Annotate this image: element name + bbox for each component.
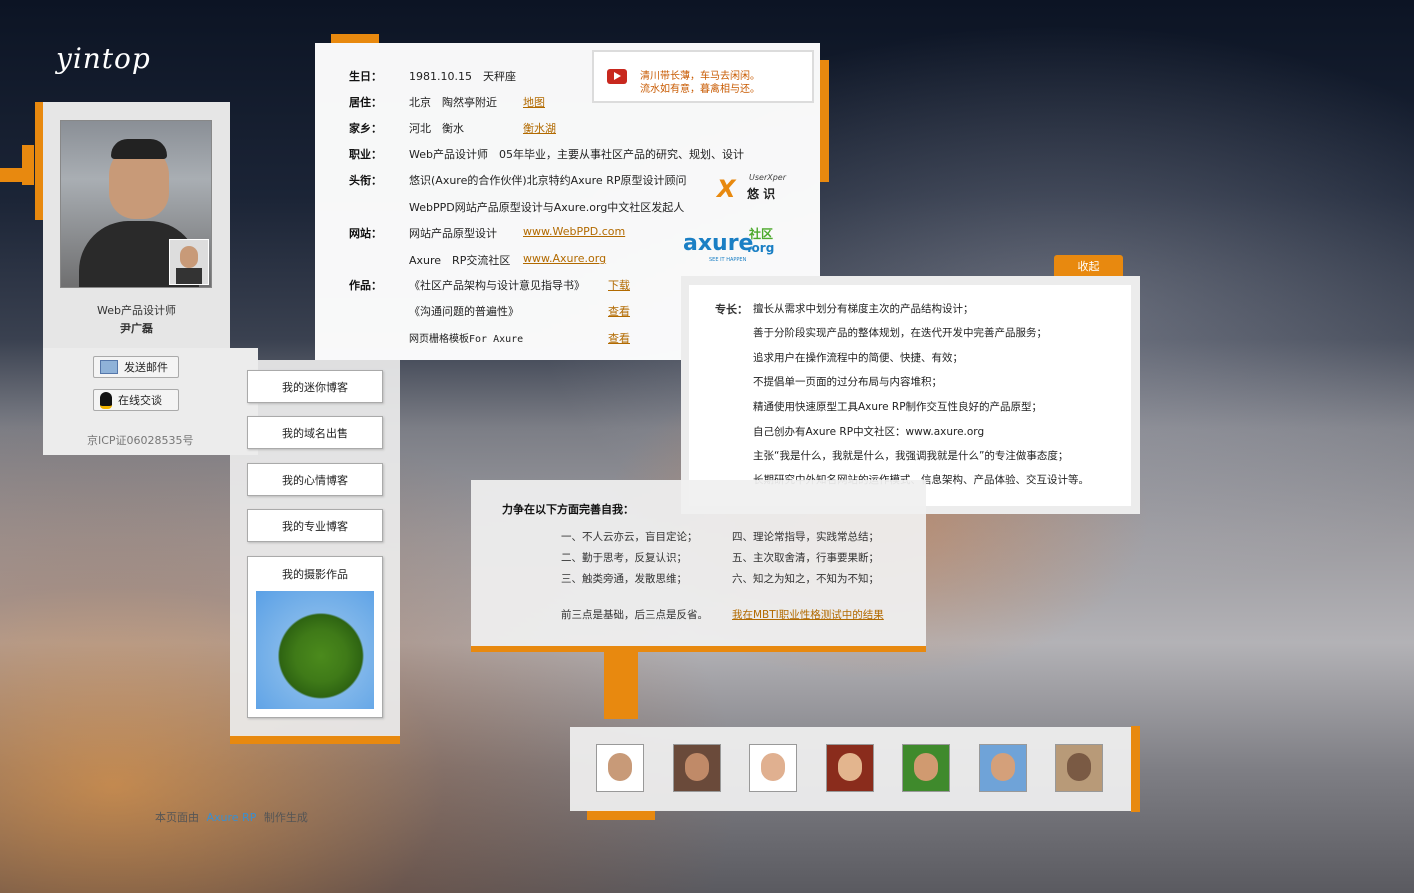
friend-avatar-7[interactable] (1055, 744, 1103, 792)
home-label: 家乡： (349, 122, 382, 135)
footer-post: 制作生成 (263, 811, 308, 824)
work-3-view-link[interactable]: 查看 (608, 330, 630, 346)
userxper-x-icon: X (717, 175, 736, 203)
axure-org-link[interactable]: www.Axure.org (523, 252, 606, 265)
skill-line-6: 自己创办有Axure RP中文社区：www.axure.org (753, 426, 985, 438)
improve-right-2: 五、主次取舍清，行事要果断； (732, 552, 879, 564)
improve-summary: 前三点是基础，后三点是反省。 (561, 609, 708, 621)
profile-name: 尹广磊 (120, 322, 153, 335)
small-photo (169, 239, 209, 285)
tree-photo[interactable] (256, 591, 374, 709)
accent-bar (471, 646, 926, 652)
skill-line-2: 善于分阶段实现产品的整体规划，在迭代开发中完善产品服务； (753, 327, 1047, 339)
skill-line-5: 精通使用快速原型工具Axure RP制作交互性良好的产品原型； (753, 401, 1043, 413)
accent-bar (35, 102, 43, 220)
improve-right-1: 四、理论常指导，实践常总结； (732, 531, 879, 543)
domain-sale-button[interactable]: 我的域名出售 (247, 416, 383, 449)
skill-line-7: 主张“我是什么，我就是什么，我强调我就是什么”的专注做事态度； (753, 450, 1069, 462)
axure-logo-tag: SEE IT HAPPEN (709, 257, 747, 263)
skill-line-4: 不提倡单一页面的过分布局与内容堆积； (753, 376, 942, 388)
site-logo: yintop (56, 42, 151, 75)
skills-panel: 专长： 擅长从需求中划分有梯度主次的产品结构设计； 善于分阶段实现产品的整体规划… (681, 276, 1140, 514)
axure-logo[interactable]: axure 社区 .org SEE IT HAPPEN (683, 225, 783, 265)
web-2-value: Axure RP交流社区 (409, 254, 511, 267)
webppd-link[interactable]: www.WebPPD.com (523, 225, 625, 238)
work-2-name: 《沟通问题的普遍性》 (409, 305, 519, 318)
qq-icon (100, 391, 112, 409)
title-line-1: 悠识(Axure的合作伙伴)北京特约Axure RP原型设计顾问 (409, 174, 687, 187)
live-label: 居住： (349, 96, 382, 109)
accent-bar (604, 647, 638, 719)
friend-avatar-4[interactable] (826, 744, 874, 792)
mbti-link[interactable]: 我在MBTI职业性格测试中的结果 (732, 607, 884, 622)
send-email-button[interactable]: 发送邮件 (93, 356, 179, 378)
hengshui-lake-link[interactable]: 衡水湖 (523, 120, 556, 136)
accent-bar (587, 810, 655, 820)
userxper-en-text: UserXper (749, 173, 787, 182)
send-email-label: 发送邮件 (124, 361, 168, 374)
collapse-label: 收起 (1077, 259, 1100, 273)
birth-value: 1981.10.15 天秤座 (409, 70, 516, 83)
accent-bar (1131, 726, 1140, 812)
home-value: 河北 衡水 (409, 122, 464, 135)
icp-number: 京ICP证06028535号 (87, 434, 194, 447)
improve-left-1: 一、不人云亦云，盲目定论； (561, 531, 698, 543)
skill-line-1: 擅长从需求中划分有梯度主次的产品结构设计； (753, 303, 974, 315)
axure-logo-cn: 社区 (749, 227, 774, 241)
job-label: 职业： (349, 148, 382, 161)
friend-avatar-1[interactable] (596, 744, 644, 792)
online-chat-label: 在线交谈 (118, 394, 162, 407)
friend-avatar-5[interactable] (902, 744, 950, 792)
title-line-2: WebPPD网站产品原型设计与Axure.org中文社区发起人 (409, 201, 685, 214)
play-icon[interactable] (607, 69, 627, 84)
axure-logo-text: axure (683, 231, 754, 256)
skill-line-3: 追求用户在操作流程中的简便、快捷、有效； (753, 352, 963, 364)
friend-avatar-6[interactable] (979, 744, 1027, 792)
map-link[interactable]: 地图 (523, 94, 545, 110)
birth-label: 生日： (349, 70, 382, 83)
axure-logo-org: .org (747, 241, 775, 255)
quote-line-2: 流水如有意，暮禽相与还。 (640, 84, 760, 95)
live-value: 北京 陶然亭附近 (409, 96, 497, 109)
axure-rp-link[interactable]: Axure RP (207, 811, 257, 824)
friend-avatar-2[interactable] (673, 744, 721, 792)
photo-card-title: 我的摄影作品 (282, 568, 348, 581)
accent-bar (22, 145, 34, 185)
web-1-value: 网站产品原型设计 (409, 227, 497, 240)
quote-box: 清川带长薄，车马去闲闲。 流水如有意，暮禽相与还。 (592, 50, 814, 103)
accent-bar (331, 34, 379, 43)
title-label: 头衔： (349, 174, 382, 187)
improve-right-3: 六、知之为知之，不知为不知； (732, 573, 879, 585)
works-label: 作品： (349, 279, 382, 292)
pro-blog-button[interactable]: 我的专业博客 (247, 509, 383, 542)
work-1-name: 《社区产品架构与设计意见指导书》 (409, 279, 585, 292)
friend-avatar-3[interactable] (749, 744, 797, 792)
mini-blog-button[interactable]: 我的迷你博客 (247, 370, 383, 403)
profile-title: Web产品设计师 (97, 304, 176, 317)
improve-title: 力争在以下方面完善自我： (502, 503, 634, 516)
improve-panel: 力争在以下方面完善自我： 一、不人云亦云，盲目定论； 二、勤于思考，反复认识； … (471, 480, 926, 646)
improve-left-2: 二、勤于思考，反复认识； (561, 552, 687, 564)
online-chat-button[interactable]: 在线交谈 (93, 389, 179, 411)
footer-credit: 本页面由 Axure RP 制作生成 (155, 809, 308, 825)
footer-pre: 本页面由 (155, 811, 199, 824)
collapse-button[interactable]: 收起 (1054, 255, 1123, 276)
job-value: Web产品设计师 05年毕业，主要从事社区产品的研究、规划、设计 (409, 148, 744, 161)
work-3-name: 网页栅格模板For Axure (409, 334, 524, 345)
userxper-cn-text: 悠 识 (747, 187, 776, 201)
mail-icon (100, 360, 118, 374)
profile-photo (60, 120, 212, 288)
accent-bar (820, 60, 829, 182)
userxper-logo[interactable]: X UserXper 悠 识 (717, 173, 787, 203)
photo-card[interactable]: 我的摄影作品 (247, 556, 383, 718)
work-2-view-link[interactable]: 查看 (608, 303, 630, 319)
improve-left-3: 三、触类旁通，发散思维； (561, 573, 687, 585)
mood-blog-button[interactable]: 我的心情博客 (247, 463, 383, 496)
friends-strip (570, 727, 1131, 811)
accent-bar (230, 735, 400, 744)
web-label: 网站： (349, 227, 382, 240)
actions-panel: 发送邮件 在线交谈 京ICP证06028535号 (43, 348, 258, 455)
skills-label: 专长： (715, 303, 748, 316)
work-1-download-link[interactable]: 下载 (608, 277, 630, 293)
